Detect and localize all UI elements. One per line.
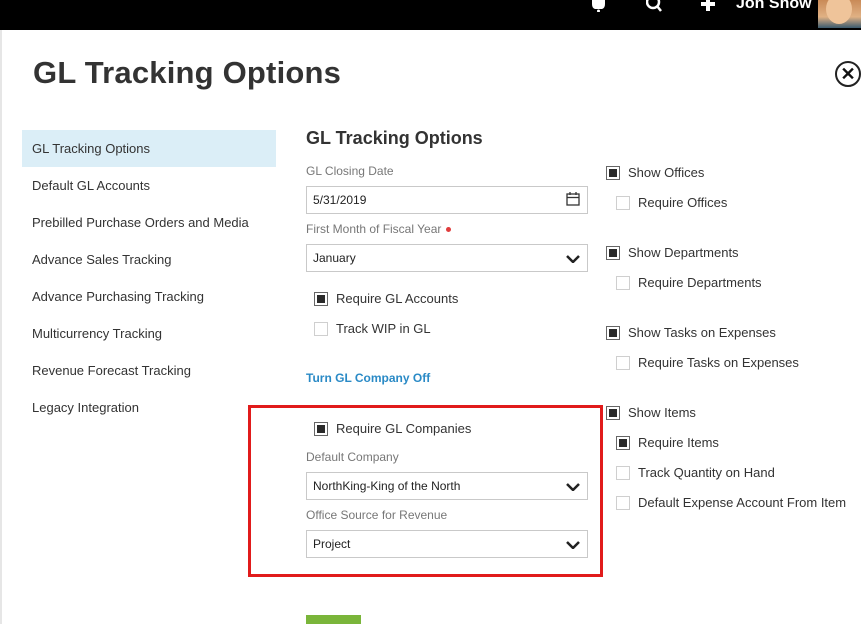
checkbox-box[interactable] <box>314 422 328 436</box>
sidebar-item-advance-purchasing-tracking[interactable]: Advance Purchasing Tracking <box>22 278 276 315</box>
chevron-down-icon <box>566 255 580 263</box>
default-company-value: NorthKing-King of the North <box>313 479 461 493</box>
fiscal-month-value: January <box>313 251 356 265</box>
show-items-label: Show Items <box>628 405 696 420</box>
default-company-label: Default Company <box>306 450 399 464</box>
office-source-select[interactable]: Project <box>306 530 588 558</box>
require-departments-label: Require Departments <box>638 275 762 290</box>
plus-icon[interactable] <box>700 0 716 13</box>
checkbox-box[interactable] <box>616 276 630 290</box>
required-indicator <box>446 227 452 233</box>
require-tasks-label: Require Tasks on Expenses <box>638 355 799 370</box>
checkbox-box[interactable] <box>314 322 328 336</box>
office-source-value: Project <box>313 537 351 551</box>
default-company-select[interactable]: NorthKing-King of the North <box>306 472 588 500</box>
page-edge <box>0 30 2 624</box>
checkbox-box[interactable] <box>616 466 630 480</box>
fiscal-month-label-text: First Month of Fiscal Year <box>306 222 442 236</box>
save-button[interactable] <box>306 615 361 624</box>
require-gl-accounts-label: Require GL Accounts <box>336 291 459 306</box>
checkbox-box[interactable] <box>616 196 630 210</box>
checkbox-box[interactable] <box>314 292 328 306</box>
avatar[interactable] <box>818 0 861 28</box>
page-title: GL Tracking Options <box>33 55 342 90</box>
sidebar-item-legacy-integration[interactable]: Legacy Integration <box>22 389 276 426</box>
show-offices-label: Show Offices <box>628 165 705 180</box>
checkbox-box[interactable] <box>606 406 620 420</box>
checkbox-box[interactable] <box>616 436 630 450</box>
bell-icon[interactable] <box>590 0 607 13</box>
sidebar-item-gl-tracking-options[interactable]: GL Tracking Options <box>22 130 276 167</box>
checkbox-box[interactable] <box>616 496 630 510</box>
track-wip-label: Track WIP in GL <box>336 321 431 336</box>
sidebar-item-multicurrency-tracking[interactable]: Multicurrency Tracking <box>22 315 276 352</box>
fiscal-month-select[interactable]: January <box>306 244 588 272</box>
fiscal-month-label: First Month of Fiscal Year <box>306 222 452 236</box>
sidebar-item-prebilled-purchase-orders[interactable]: Prebilled Purchase Orders and Media <box>22 204 276 241</box>
search-icon[interactable] <box>645 0 662 13</box>
section-title: GL Tracking Options <box>306 128 483 148</box>
default-expense-account-label: Default Expense Account From Item <box>638 495 847 510</box>
gl-closing-date-value: 5/31/2019 <box>313 193 367 207</box>
gl-closing-date-input[interactable]: 5/31/2019 <box>306 186 588 214</box>
checkbox-box[interactable] <box>606 246 620 260</box>
sidebar-item-advance-sales-tracking[interactable]: Advance Sales Tracking <box>22 241 276 278</box>
calendar-icon[interactable] <box>566 187 580 221</box>
sidebar-item-revenue-forecast-tracking[interactable]: Revenue Forecast Tracking <box>22 352 276 389</box>
require-gl-companies-label: Require GL Companies <box>336 421 472 436</box>
user-name[interactable]: Jon Snow <box>736 0 812 14</box>
gl-closing-date-label: GL Closing Date <box>306 164 394 178</box>
show-tasks-label: Show Tasks on Expenses <box>628 325 776 340</box>
office-source-label: Office Source for Revenue <box>306 508 448 522</box>
sidebar: GL Tracking Options Default GL Accounts … <box>22 130 276 426</box>
top-bar: Jon Snow <box>0 0 861 30</box>
checkbox-box[interactable] <box>606 326 620 340</box>
turn-gl-company-off-link[interactable]: Turn GL Company Off <box>306 371 430 385</box>
chevron-down-icon <box>566 483 580 491</box>
close-icon[interactable]: ✕ <box>835 61 861 87</box>
track-quantity-label: Track Quantity on Hand <box>638 465 775 480</box>
show-departments-label: Show Departments <box>628 245 739 260</box>
sidebar-item-default-gl-accounts[interactable]: Default GL Accounts <box>22 167 276 204</box>
chevron-down-icon <box>566 541 580 549</box>
require-items-label: Require Items <box>638 435 719 450</box>
checkbox-box[interactable] <box>616 356 630 370</box>
require-offices-label: Require Offices <box>638 195 728 210</box>
checkbox-box[interactable] <box>606 166 620 180</box>
